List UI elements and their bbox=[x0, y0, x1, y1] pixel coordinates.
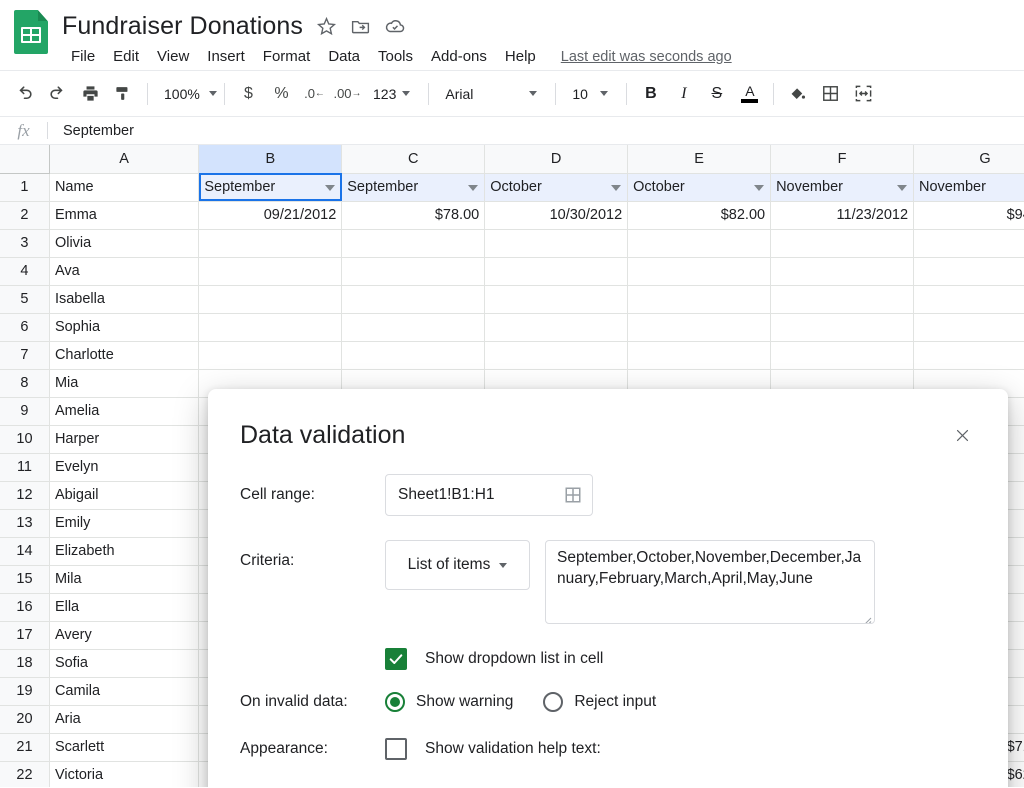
menu-tools[interactable]: Tools bbox=[369, 46, 422, 67]
menu-help[interactable]: Help bbox=[496, 46, 545, 67]
criteria-type-value: List of items bbox=[408, 556, 491, 574]
title-bar: Fundraiser Donations File Edit View Inse… bbox=[0, 0, 1024, 70]
merge-cells-icon[interactable] bbox=[847, 79, 880, 109]
chevron-down-icon bbox=[529, 91, 537, 96]
criteria-row: Criteria: List of items September,Octobe… bbox=[240, 540, 976, 624]
font-size-value: 10 bbox=[572, 86, 591, 102]
star-icon[interactable] bbox=[316, 16, 337, 37]
chevron-down-icon bbox=[209, 91, 217, 96]
show-warning-radio[interactable] bbox=[385, 692, 405, 712]
document-title[interactable]: Fundraiser Donations bbox=[62, 12, 303, 41]
chevron-down-icon bbox=[499, 563, 507, 568]
menu-format[interactable]: Format bbox=[254, 46, 320, 67]
cell-range-label: Cell range: bbox=[240, 474, 385, 504]
google-sheets-logo bbox=[14, 10, 48, 54]
chevron-down-icon bbox=[600, 91, 608, 96]
borders-icon[interactable] bbox=[814, 79, 847, 109]
menu-add-ons[interactable]: Add-ons bbox=[422, 46, 496, 67]
font-family-value: Arial bbox=[445, 86, 520, 102]
criteria-type-select[interactable]: List of items bbox=[385, 540, 530, 590]
print-icon[interactable] bbox=[74, 79, 107, 109]
google-sheets-window: Fundraiser Donations File Edit View Inse… bbox=[0, 0, 1024, 788]
more-formats-selector[interactable]: 123 bbox=[364, 79, 421, 109]
menu-bar: File Edit View Insert Format Data Tools … bbox=[62, 46, 732, 67]
appearance-row: Appearance: Show validation help text: bbox=[240, 738, 976, 760]
menu-file[interactable]: File bbox=[62, 46, 104, 67]
show-help-text-checkbox[interactable] bbox=[385, 738, 407, 760]
appearance-label: Appearance: bbox=[240, 740, 385, 758]
menu-data[interactable]: Data bbox=[319, 46, 369, 67]
cell-range-row: Cell range: Sheet1!B1:H1 bbox=[240, 474, 976, 516]
menu-view[interactable]: View bbox=[148, 46, 198, 67]
chevron-down-icon bbox=[402, 91, 410, 96]
reject-input-radio[interactable] bbox=[543, 692, 563, 712]
paint-format-icon[interactable] bbox=[107, 79, 140, 109]
show-help-text-label: Show validation help text: bbox=[425, 740, 601, 758]
invalid-data-row: On invalid data: Show warning Reject inp… bbox=[240, 692, 976, 712]
move-to-folder-icon[interactable] bbox=[350, 16, 371, 37]
text-color-button[interactable]: A bbox=[733, 79, 766, 109]
font-size-selector[interactable]: 10 bbox=[563, 79, 619, 109]
invalid-data-label: On invalid data: bbox=[240, 693, 385, 711]
bold-button[interactable]: B bbox=[634, 79, 667, 109]
zoom-selector[interactable]: 100% bbox=[155, 79, 217, 109]
fx-icon: fx bbox=[0, 121, 47, 141]
currency-format-button[interactable]: $ bbox=[232, 79, 265, 109]
cell-range-input[interactable]: Sheet1!B1:H1 bbox=[385, 474, 593, 516]
cell-range-value: Sheet1!B1:H1 bbox=[398, 486, 495, 504]
resize-grip-icon[interactable] bbox=[862, 611, 872, 621]
last-edit-status[interactable]: Last edit was seconds ago bbox=[561, 49, 732, 65]
italic-button[interactable]: I bbox=[667, 79, 700, 109]
more-formats-label: 123 bbox=[373, 86, 396, 102]
grid-picker-icon[interactable] bbox=[564, 486, 582, 504]
criteria-label: Criteria: bbox=[240, 540, 385, 570]
criteria-items-textarea[interactable]: September,October,November,December,Janu… bbox=[545, 540, 875, 624]
dialog-header: Data validation bbox=[240, 413, 976, 450]
reject-input-label: Reject input bbox=[574, 693, 656, 711]
menu-edit[interactable]: Edit bbox=[104, 46, 148, 67]
formula-input[interactable]: September bbox=[48, 123, 1024, 139]
criteria-items-value: September,October,November,December,Janu… bbox=[557, 549, 861, 587]
show-dropdown-label: Show dropdown list in cell bbox=[425, 650, 603, 668]
spreadsheet-grid: A B C D E F G H 1 Name September Septemb… bbox=[0, 145, 1024, 787]
percent-format-button[interactable]: % bbox=[265, 79, 298, 109]
formula-bar: fx September bbox=[0, 116, 1024, 145]
fill-color-icon[interactable] bbox=[781, 79, 814, 109]
decrease-decimal-button[interactable]: .0← bbox=[298, 79, 331, 109]
redo-icon[interactable] bbox=[41, 79, 74, 109]
show-dropdown-checkbox[interactable] bbox=[385, 648, 407, 670]
text-color-swatch bbox=[741, 99, 758, 103]
menu-insert[interactable]: Insert bbox=[198, 46, 254, 67]
dialog-title: Data validation bbox=[240, 413, 405, 450]
strikethrough-button[interactable]: S bbox=[700, 79, 733, 109]
cloud-saved-icon[interactable] bbox=[384, 15, 406, 37]
text-color-letter: A bbox=[745, 85, 754, 98]
toolbar: 100% $ % .0← .00→ 123 Arial 10 B I S bbox=[0, 70, 1024, 116]
data-validation-dialog: Data validation Cell range: Sheet1!B1:H1… bbox=[208, 389, 1008, 787]
undo-icon[interactable] bbox=[8, 79, 41, 109]
font-family-selector[interactable]: Arial bbox=[436, 79, 548, 109]
show-warning-label: Show warning bbox=[416, 693, 513, 711]
show-dropdown-row: Show dropdown list in cell bbox=[240, 648, 976, 670]
increase-decimal-button[interactable]: .00→ bbox=[331, 79, 364, 109]
zoom-value: 100% bbox=[164, 86, 200, 102]
close-icon[interactable] bbox=[948, 421, 976, 449]
